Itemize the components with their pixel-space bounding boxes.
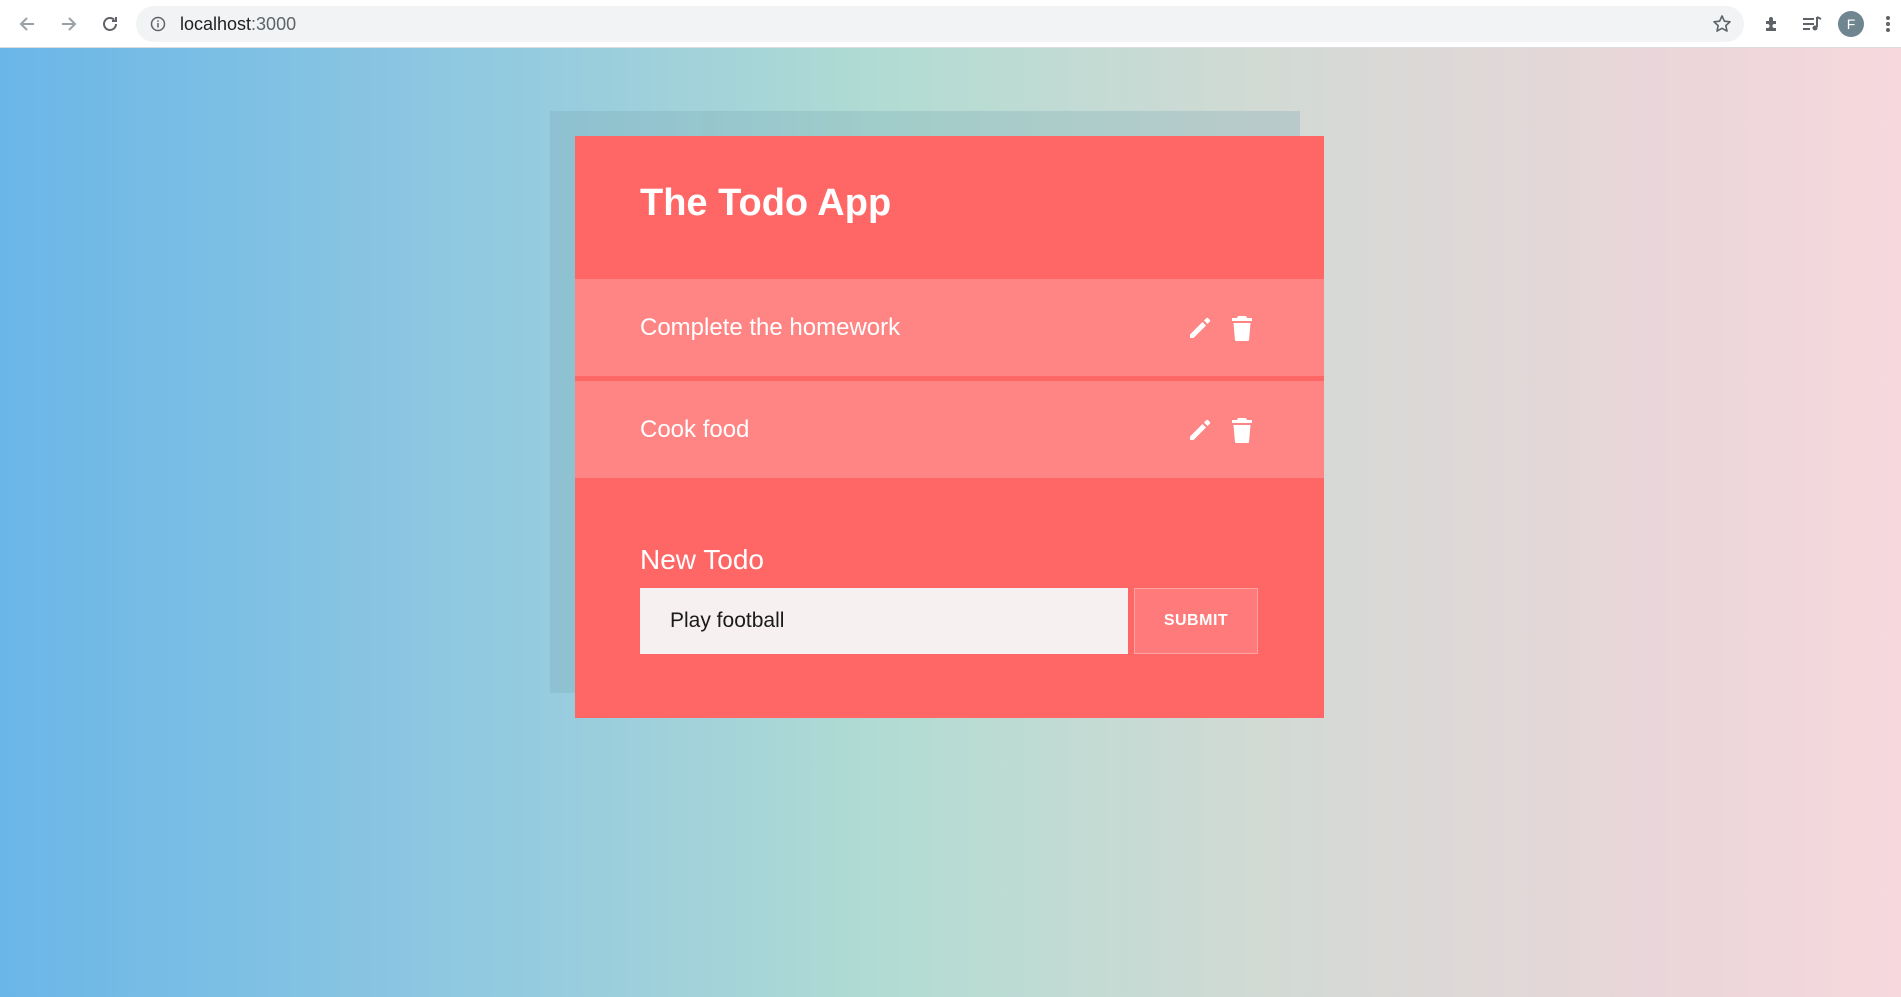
delete-button[interactable] (1228, 313, 1256, 343)
edit-button[interactable] (1186, 415, 1214, 445)
extensions-button[interactable] (1756, 8, 1788, 40)
bookmark-button[interactable] (1712, 14, 1732, 34)
trash-icon (1232, 315, 1252, 341)
url-port: :3000 (251, 13, 297, 34)
kebab-menu-icon (1886, 16, 1890, 32)
todo-text: Complete the homework (640, 313, 901, 341)
back-button[interactable] (11, 8, 43, 40)
new-todo-input[interactable] (640, 588, 1128, 654)
todo-text: Cook food (640, 415, 750, 443)
new-todo-form: New Todo SUBMIT (575, 478, 1324, 654)
list-item: Cook food (575, 381, 1324, 478)
todo-actions (1186, 381, 1256, 478)
star-icon (1713, 15, 1731, 32)
media-queue-icon (1803, 16, 1822, 31)
extensions-icon (1766, 17, 1776, 31)
reload-icon (103, 17, 117, 31)
back-arrow-icon (19, 17, 34, 31)
page-background: The Todo App Complete the homework Cook … (0, 48, 1901, 997)
card-header: The Todo App (575, 136, 1324, 279)
edit-button[interactable] (1186, 313, 1214, 343)
todo-card: The Todo App Complete the homework Cook … (575, 136, 1324, 718)
todo-actions (1186, 279, 1256, 376)
forward-button[interactable] (53, 8, 85, 40)
browser-toolbar: localhost:3000 F (0, 0, 1901, 48)
address-bar[interactable]: localhost:3000 (136, 6, 1744, 42)
url-text[interactable]: localhost:3000 (180, 14, 296, 35)
reload-button[interactable] (94, 8, 126, 40)
info-icon[interactable] (150, 16, 166, 32)
todo-list: Complete the homework Cook food (575, 279, 1324, 478)
pencil-icon (1190, 419, 1211, 440)
menu-button[interactable] (1876, 8, 1900, 40)
submit-button[interactable]: SUBMIT (1134, 588, 1258, 654)
profile-avatar[interactable]: F (1838, 11, 1864, 37)
new-todo-label: New Todo (640, 544, 765, 575)
trash-icon (1232, 417, 1252, 443)
url-host: localhost (180, 13, 252, 34)
delete-button[interactable] (1228, 415, 1256, 445)
app-title: The Todo App (640, 182, 892, 224)
media-queue-button[interactable] (1796, 8, 1828, 40)
forward-arrow-icon (62, 17, 77, 31)
new-todo-row: SUBMIT (640, 588, 1324, 654)
list-item: Complete the homework (575, 279, 1324, 376)
pencil-icon (1190, 317, 1211, 338)
